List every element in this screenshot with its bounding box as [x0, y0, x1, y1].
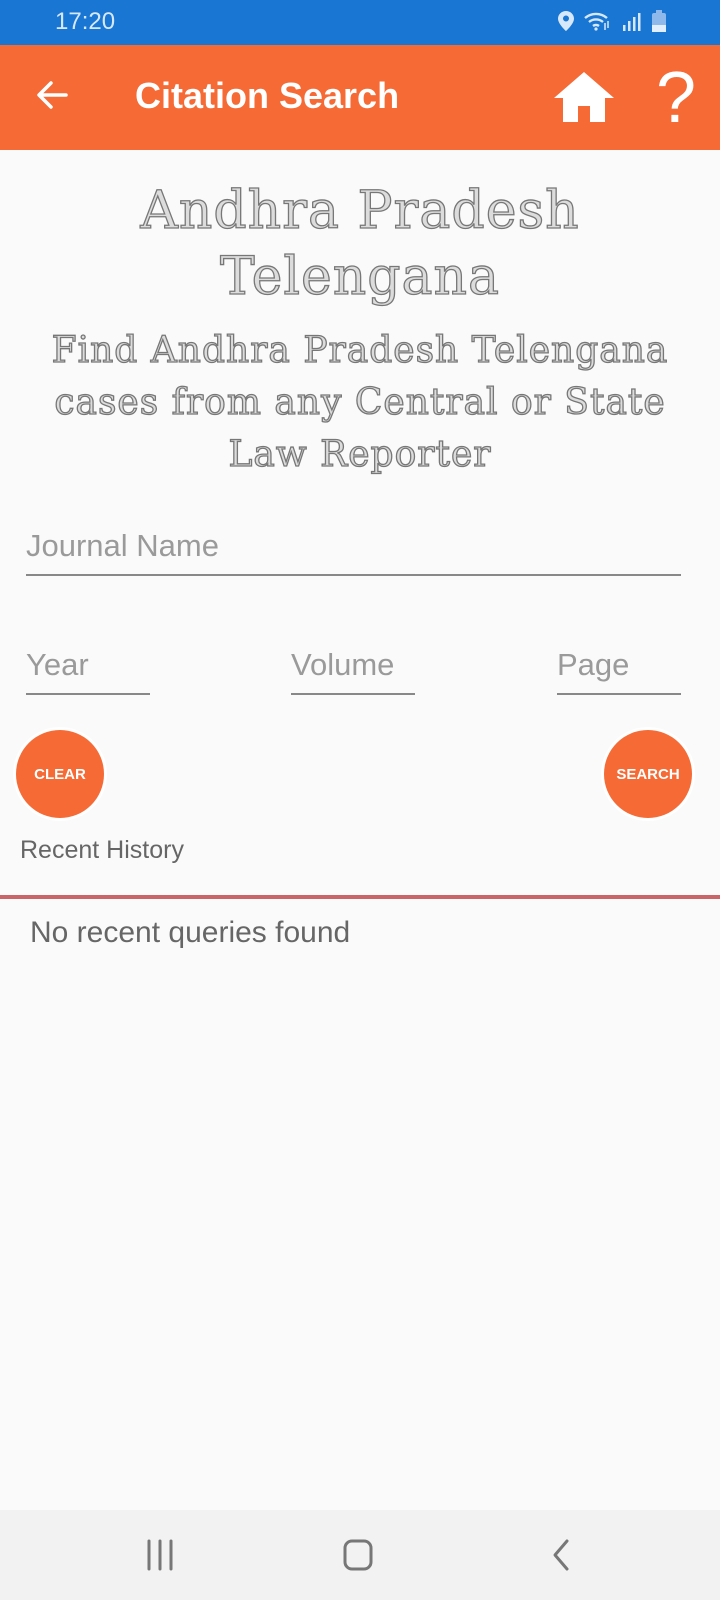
- empty-history-message: No recent queries found: [30, 916, 351, 949]
- home-icon[interactable]: [342, 1538, 374, 1572]
- banner-title: Andhra Pradesh Telengana: [140, 180, 580, 307]
- system-nav-bar: [0, 1510, 720, 1600]
- arrow-left-icon[interactable]: [32, 75, 72, 115]
- status-icons: [558, 10, 666, 32]
- status-time: 17:20: [55, 8, 116, 35]
- signal-icon: [623, 13, 641, 31]
- recent-history-heading: Recent History: [20, 836, 184, 864]
- journal-name-input[interactable]: Journal Name: [26, 528, 681, 576]
- page-title: Citation Search: [135, 75, 400, 116]
- status-bar: 17:20: [0, 0, 720, 45]
- home-icon[interactable]: [553, 70, 615, 124]
- back-icon[interactable]: [550, 1538, 572, 1572]
- history-divider: [0, 895, 720, 899]
- app-bar: Citation Search ?: [0, 45, 720, 150]
- recents-icon[interactable]: [146, 1538, 174, 1572]
- banner-subtitle: Find Andhra Pradesh Telengana cases from…: [51, 329, 669, 475]
- clear-button[interactable]: CLEAR: [16, 730, 104, 818]
- volume-input[interactable]: Volume: [291, 647, 415, 695]
- wifi-icon: [584, 12, 609, 31]
- year-input[interactable]: Year: [26, 647, 150, 695]
- page-input[interactable]: Page: [557, 647, 681, 695]
- search-button[interactable]: SEARCH: [604, 730, 692, 818]
- battery-icon: [652, 10, 666, 32]
- help-icon[interactable]: ?: [656, 57, 696, 139]
- location-icon: [558, 11, 574, 31]
